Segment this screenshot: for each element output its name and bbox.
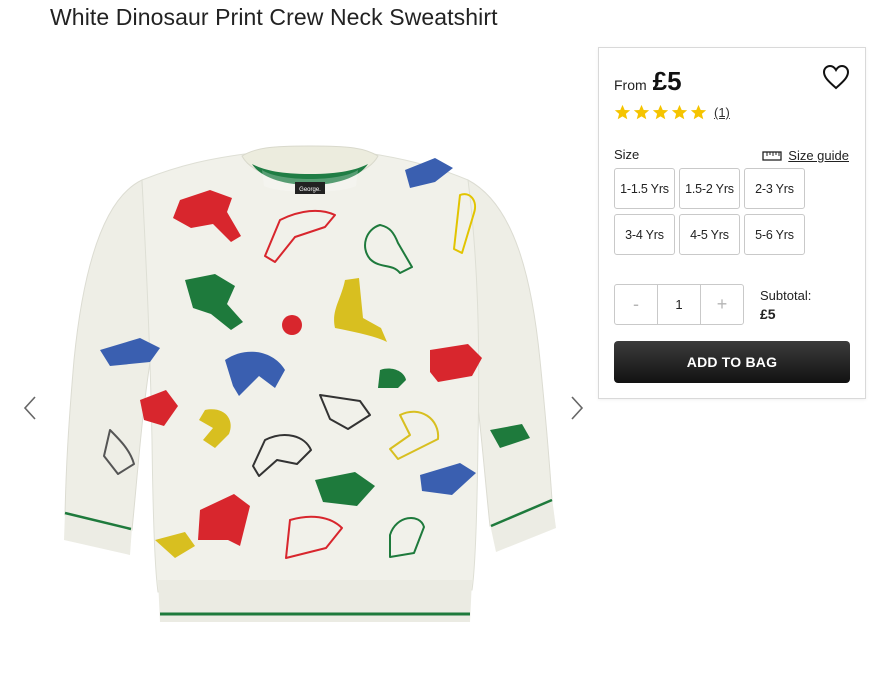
size-label: Size — [614, 147, 640, 162]
size-option[interactable]: 4-5 Yrs — [679, 214, 740, 255]
size-option[interactable]: 1.5-2 Yrs — [679, 168, 740, 209]
chevron-left-icon — [23, 396, 36, 420]
price-row: From £5 — [614, 66, 682, 97]
size-option[interactable]: 1-1.5 Yrs — [614, 168, 675, 209]
star-icon — [690, 104, 707, 120]
size-option[interactable]: 5-6 Yrs — [744, 214, 805, 255]
star-icon — [614, 104, 631, 120]
star-icon — [633, 104, 650, 120]
subtotal-label: Subtotal: — [760, 288, 812, 303]
star-icon — [671, 104, 688, 120]
size-guide-label: Size guide — [788, 148, 849, 163]
quantity-stepper: - 1 + — [614, 284, 744, 325]
subtotal: Subtotal: £5 — [760, 288, 811, 322]
product-title: White Dinosaur Print Crew Neck Sweatshir… — [50, 4, 498, 30]
add-to-bag-button[interactable]: ADD TO BAG — [614, 341, 850, 383]
price-from-label: From — [614, 77, 647, 93]
star-icon — [652, 104, 669, 120]
ruler-icon — [762, 150, 782, 161]
product-image[interactable]: George. — [60, 140, 560, 640]
size-option[interactable]: 3-4 Yrs — [614, 214, 675, 255]
size-option[interactable]: 2-3 Yrs — [744, 168, 805, 209]
product-rating: (1) — [614, 104, 730, 121]
gallery-prev-button[interactable] — [20, 393, 40, 423]
review-count-link[interactable]: (1) — [714, 105, 730, 120]
price-value: £5 — [652, 66, 682, 96]
size-options: 1-1.5 Yrs 1.5-2 Yrs 2-3 Yrs 3-4 Yrs 4-5 … — [614, 168, 805, 255]
brand-label: George. — [299, 187, 321, 193]
size-guide-link[interactable]: Size guide — [762, 148, 849, 163]
product-gallery: George. — [10, 60, 594, 680]
gallery-next-button[interactable] — [567, 393, 587, 423]
quantity-increase-button[interactable]: + — [701, 285, 743, 324]
subtotal-value: £5 — [760, 306, 776, 322]
quantity-decrease-button[interactable]: - — [615, 285, 657, 324]
purchase-panel: From £5 (1) Size Size guide 1-1.5 Yrs 1.… — [598, 47, 866, 399]
heart-icon[interactable] — [822, 64, 850, 90]
chevron-right-icon — [571, 396, 584, 420]
quantity-value[interactable]: 1 — [657, 285, 701, 324]
